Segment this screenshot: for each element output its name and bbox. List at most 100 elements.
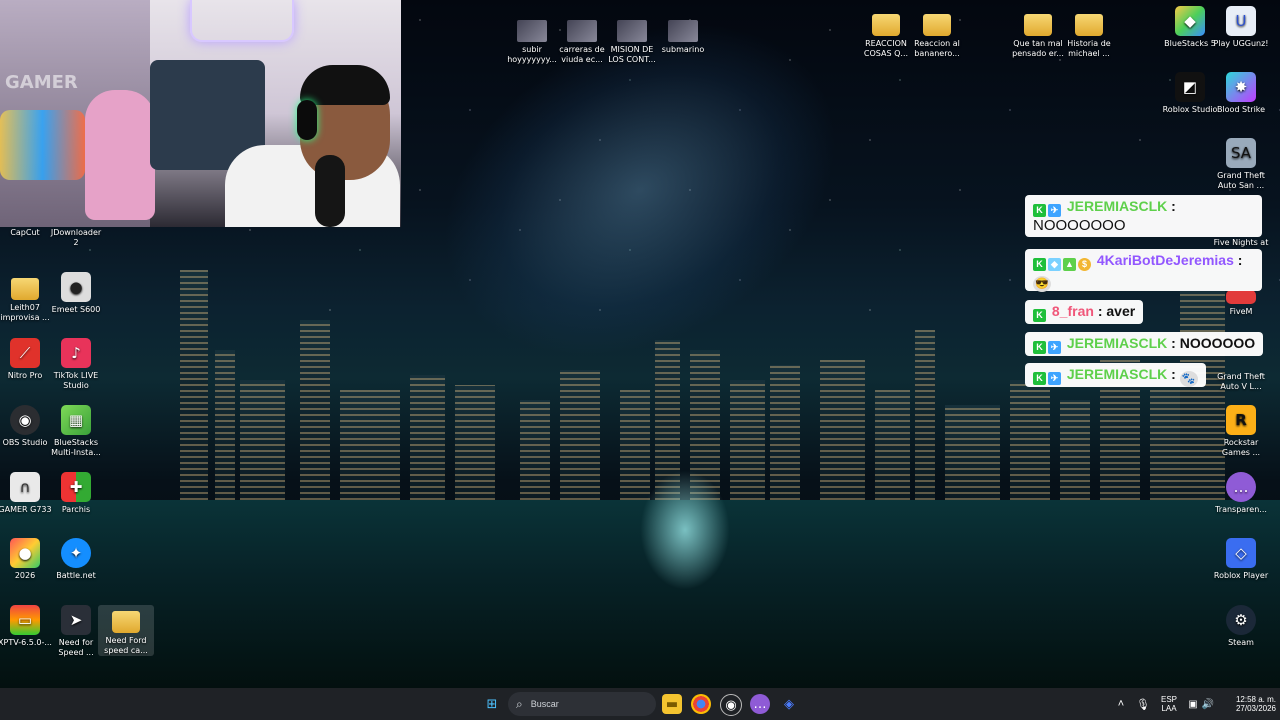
- steam-icon: ⚙: [1226, 605, 1256, 635]
- desktop-icon-rockstar[interactable]: R Rockstar Games ...: [1213, 405, 1269, 458]
- kick-badge-icon: K: [1033, 372, 1046, 385]
- clock-time: 12:58 a. m.: [1235, 695, 1276, 704]
- desktop-icon-mision[interactable]: MISION DE LOS CONT...: [604, 14, 660, 65]
- desktop-icon-label: 2026: [14, 571, 36, 580]
- chat-username: 4KariBotDeJeremias: [1096, 252, 1234, 268]
- folder-icon: [1024, 14, 1052, 36]
- chat-message: K ✈ JEREMIASCLK : NOOOOOOO: [1025, 195, 1262, 237]
- chat-separator: :: [1171, 366, 1176, 382]
- roblox-icon: ◇: [1226, 538, 1256, 568]
- desktop-icon-battlenet[interactable]: ✦ Battle.net: [48, 538, 104, 581]
- desktop-icon-label: Blood Strike: [1216, 105, 1266, 114]
- desktop-icon-submarino[interactable]: submarino: [655, 14, 711, 55]
- desktop-icon-label: Leith07 improvisa ...: [0, 303, 50, 322]
- obs-icon: ◉: [10, 405, 40, 435]
- bot-badge-icon: ✈: [1048, 341, 1061, 354]
- desktop-icon-label: TikTok LIVE Studio: [53, 371, 99, 390]
- network-icon[interactable]: ▣: [1186, 688, 1200, 720]
- roblox-studio-icon: ◩: [1175, 72, 1205, 102]
- desktop-icon-bluestacks5[interactable]: ◆ BlueStacks 5: [1162, 6, 1218, 49]
- desktop-icon-nitro[interactable]: ⟋ Nitro Pro: [0, 338, 53, 381]
- desktop-icon-steam[interactable]: ⚙ Steam: [1213, 605, 1269, 648]
- desktop-icon-reaccion-bananero[interactable]: Reaccion al bananero...: [909, 8, 965, 59]
- desktop-icon-que-tan-mal[interactable]: Que tan mal pensado er...: [1010, 8, 1066, 59]
- desktop-icon-reaccion-cosas[interactable]: REACCION COSAS Q...: [858, 8, 914, 59]
- keyboard-layout: LAA: [1161, 704, 1177, 713]
- chrome-icon[interactable]: [691, 694, 711, 714]
- desktop-icon-carreras[interactable]: carreras de viuda ec...: [554, 14, 610, 65]
- obs-taskbar-icon[interactable]: ◉: [720, 694, 742, 716]
- cube-badge-icon: ◆: [1048, 258, 1061, 271]
- volume-icon[interactable]: 🔊: [1201, 688, 1215, 720]
- desktop-icon-gta5[interactable]: Grand Theft Auto V L...: [1213, 372, 1269, 392]
- desktop-icon-2026[interactable]: ● 2026: [0, 538, 53, 581]
- desktop-icon-gta-sa[interactable]: SA Grand Theft Auto San ...: [1213, 138, 1269, 191]
- taskbar-search[interactable]: ⌕ Buscar: [508, 692, 656, 716]
- app-taskbar-icon[interactable]: ◈: [779, 694, 799, 714]
- desktop-icon-capcut[interactable]: CapCut: [0, 228, 53, 238]
- desktop-icon-roblox-player[interactable]: ◇ Roblox Player: [1213, 538, 1269, 581]
- chat-text: NOOOOOO: [1179, 335, 1256, 351]
- desktop-icon-bluestacks-multi[interactable]: ▦ BlueStacks Multi-Insta...: [48, 405, 104, 458]
- desktop-icon-fivem[interactable]: FiveM: [1213, 290, 1269, 317]
- chat-separator: :: [1171, 198, 1176, 214]
- desktop-icon-leith07[interactable]: Leith07 improvisa ...: [0, 272, 53, 323]
- desktop-icon-label: FiveM: [1229, 307, 1253, 316]
- folder-icon: [11, 278, 39, 300]
- tray-overflow-chevron-icon[interactable]: ˄: [1113, 688, 1129, 720]
- chat-bubble-icon: …: [1226, 472, 1256, 502]
- desktop-icon-roblox-studio[interactable]: ◩ Roblox Studio: [1162, 72, 1218, 115]
- desktop-icon-nfs[interactable]: ➤ Need for Speed ...: [48, 605, 104, 658]
- sunglasses-emote-icon: 😎: [1033, 276, 1051, 292]
- desktop-icon-fnaf[interactable]: Five Nights at: [1213, 238, 1269, 248]
- parchis-icon: ✚: [61, 472, 91, 502]
- desktop-icon-label: Rockstar Games ...: [1221, 438, 1261, 457]
- windows-start-icon[interactable]: ⊞: [482, 694, 502, 714]
- clock[interactable]: 12:58 a. m. 27/03/2026: [1222, 688, 1276, 720]
- desktop-icon-obs[interactable]: ◉ OBS Studio: [0, 405, 53, 448]
- microphone-icon: [315, 155, 345, 227]
- desktop-icon-jdownloader[interactable]: JDownloader 2: [48, 228, 104, 248]
- desktop-icon-need-ford[interactable]: Need Ford speed ca...: [98, 605, 154, 656]
- desktop-icon-label: Grand Theft Auto V L...: [1217, 372, 1265, 391]
- kick-badge-icon: K: [1033, 204, 1046, 217]
- file-explorer-icon[interactable]: ▬: [662, 694, 682, 714]
- desktop-icon-transparen[interactable]: … Transparen...: [1213, 472, 1269, 515]
- desktop-icon-label: JDownloader 2: [50, 228, 102, 247]
- kick-badge-icon: K: [1033, 309, 1046, 322]
- video-icon: [617, 20, 647, 42]
- bot-badge-icon: ✈: [1048, 204, 1061, 217]
- desktop-icon-subir[interactable]: subir hoyyyyyyy...: [504, 14, 560, 65]
- desktop-icon-label: GAMER G733: [0, 505, 52, 514]
- clock-date: 27/03/2026: [1235, 704, 1276, 713]
- chat-username: JEREMIASCLK: [1066, 366, 1168, 382]
- headset-icon: ∩: [10, 472, 40, 502]
- desktop-icon-uggunz[interactable]: U Play UGGunz!: [1213, 6, 1269, 49]
- chat-app-taskbar-icon[interactable]: …: [750, 694, 770, 714]
- desktop-icon-xptv[interactable]: ▭ XPTV-6.5.0-...: [0, 605, 53, 648]
- desktop-icon-label: Need Ford speed ca...: [104, 636, 148, 655]
- desktop-icon-label: Reaccion al bananero...: [914, 39, 960, 58]
- headset-icon: [297, 100, 317, 140]
- webcam-pink-chair: [85, 90, 155, 220]
- desktop-icon-tiktok[interactable]: ♪ TikTok LIVE Studio: [48, 338, 104, 391]
- desktop-icon-label: Five Nights at: [1213, 238, 1269, 247]
- nitro-pdf-icon: ⟋: [10, 338, 40, 368]
- desktop-icon-label: submarino: [661, 45, 705, 54]
- desktop-icon-label: Parchis: [61, 505, 91, 514]
- chat-message: K ✈ JEREMIASCLK : NOOOOOO: [1025, 332, 1264, 356]
- chat-message: K 8_fran : aver: [1025, 300, 1144, 324]
- folder-icon: [1075, 14, 1103, 36]
- desktop-icon-historia-michael[interactable]: Historia de michael ...: [1061, 8, 1117, 59]
- desktop-icon-blood-strike[interactable]: ✸ Blood Strike: [1213, 72, 1269, 115]
- desktop-icon-label: carreras de viuda ec...: [559, 45, 605, 64]
- desktop-icon-emeet[interactable]: ● Emeet S600: [48, 272, 104, 315]
- uggunz-icon: U: [1226, 6, 1256, 36]
- taskbar: ⊞ ⌕ Buscar ▬ ◉ … ◈ ˄ 🎙 ESP LAA ▣ 🔊 12:58…: [0, 688, 1280, 720]
- desktop-icon-parchis[interactable]: ✚ Parchis: [48, 472, 104, 515]
- language-indicator[interactable]: ESP LAA: [1158, 688, 1180, 720]
- nfs-icon: ➤: [61, 605, 91, 635]
- chat-username: 8_fran: [1051, 303, 1094, 319]
- desktop-icon-gamer-g733[interactable]: ∩ GAMER G733: [0, 472, 53, 515]
- microphone-tray-icon[interactable]: 🎙: [1135, 688, 1151, 720]
